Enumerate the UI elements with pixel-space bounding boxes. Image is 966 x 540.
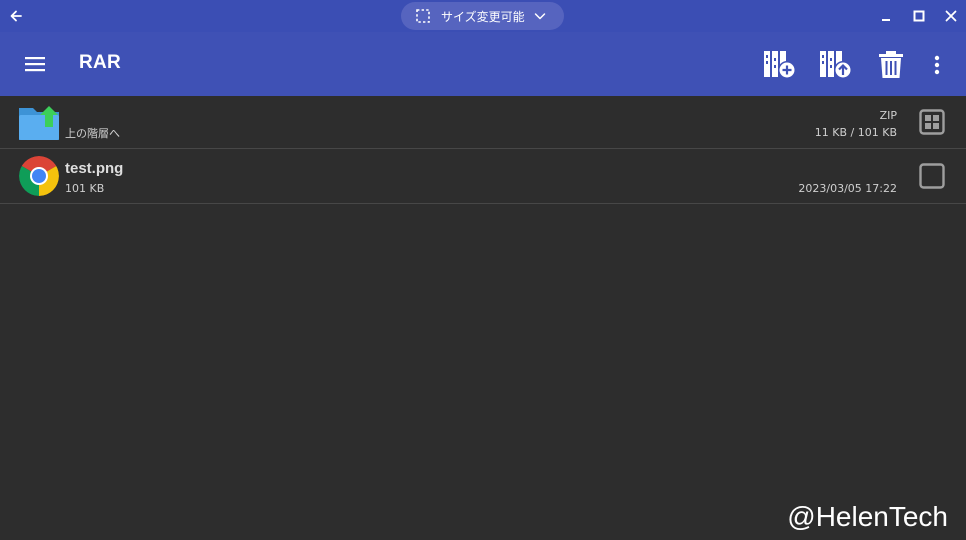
page-title: RAR xyxy=(79,52,122,73)
grid-select-all-icon[interactable] xyxy=(919,109,945,135)
window-titlebar: サイズ変更可能 xyxy=(0,0,966,32)
list-item-parent-folder[interactable]: 上の階層へ ZIP 11 KB / 101 KB xyxy=(0,96,966,149)
chrome-icon xyxy=(19,156,59,196)
app-toolbar: RAR xyxy=(0,32,966,96)
archive-format: ZIP xyxy=(879,109,897,122)
hamburger-menu-icon[interactable] xyxy=(21,51,49,77)
file-size: 101 KB xyxy=(65,182,105,195)
dashed-square-icon xyxy=(416,9,430,23)
maximize-icon[interactable] xyxy=(909,6,929,26)
archive-size: 11 KB / 101 KB xyxy=(814,126,897,139)
resize-mode-dropdown[interactable]: サイズ変更可能 xyxy=(401,2,564,30)
close-icon[interactable] xyxy=(941,6,961,26)
minimize-icon[interactable] xyxy=(876,6,896,26)
chevron-down-icon xyxy=(534,13,545,20)
checkbox-empty-icon[interactable] xyxy=(919,163,945,189)
trash-icon[interactable] xyxy=(873,47,909,83)
parent-folder-label: 上の階層へ xyxy=(65,127,120,140)
file-name: test.png xyxy=(65,160,124,177)
watermark-text: @HelenTech xyxy=(787,501,948,532)
resize-mode-label: サイズ変更可能 xyxy=(441,9,525,24)
archive-add-icon[interactable] xyxy=(761,47,797,83)
list-item-file[interactable]: test.png 101 KB 2023/03/05 17:22 xyxy=(0,149,966,204)
file-date: 2023/03/05 17:22 xyxy=(798,182,897,195)
arrow-left-icon[interactable] xyxy=(6,6,26,26)
archive-extract-icon[interactable] xyxy=(817,47,853,83)
folder-up-icon xyxy=(19,106,59,140)
more-vert-icon[interactable] xyxy=(919,47,955,83)
